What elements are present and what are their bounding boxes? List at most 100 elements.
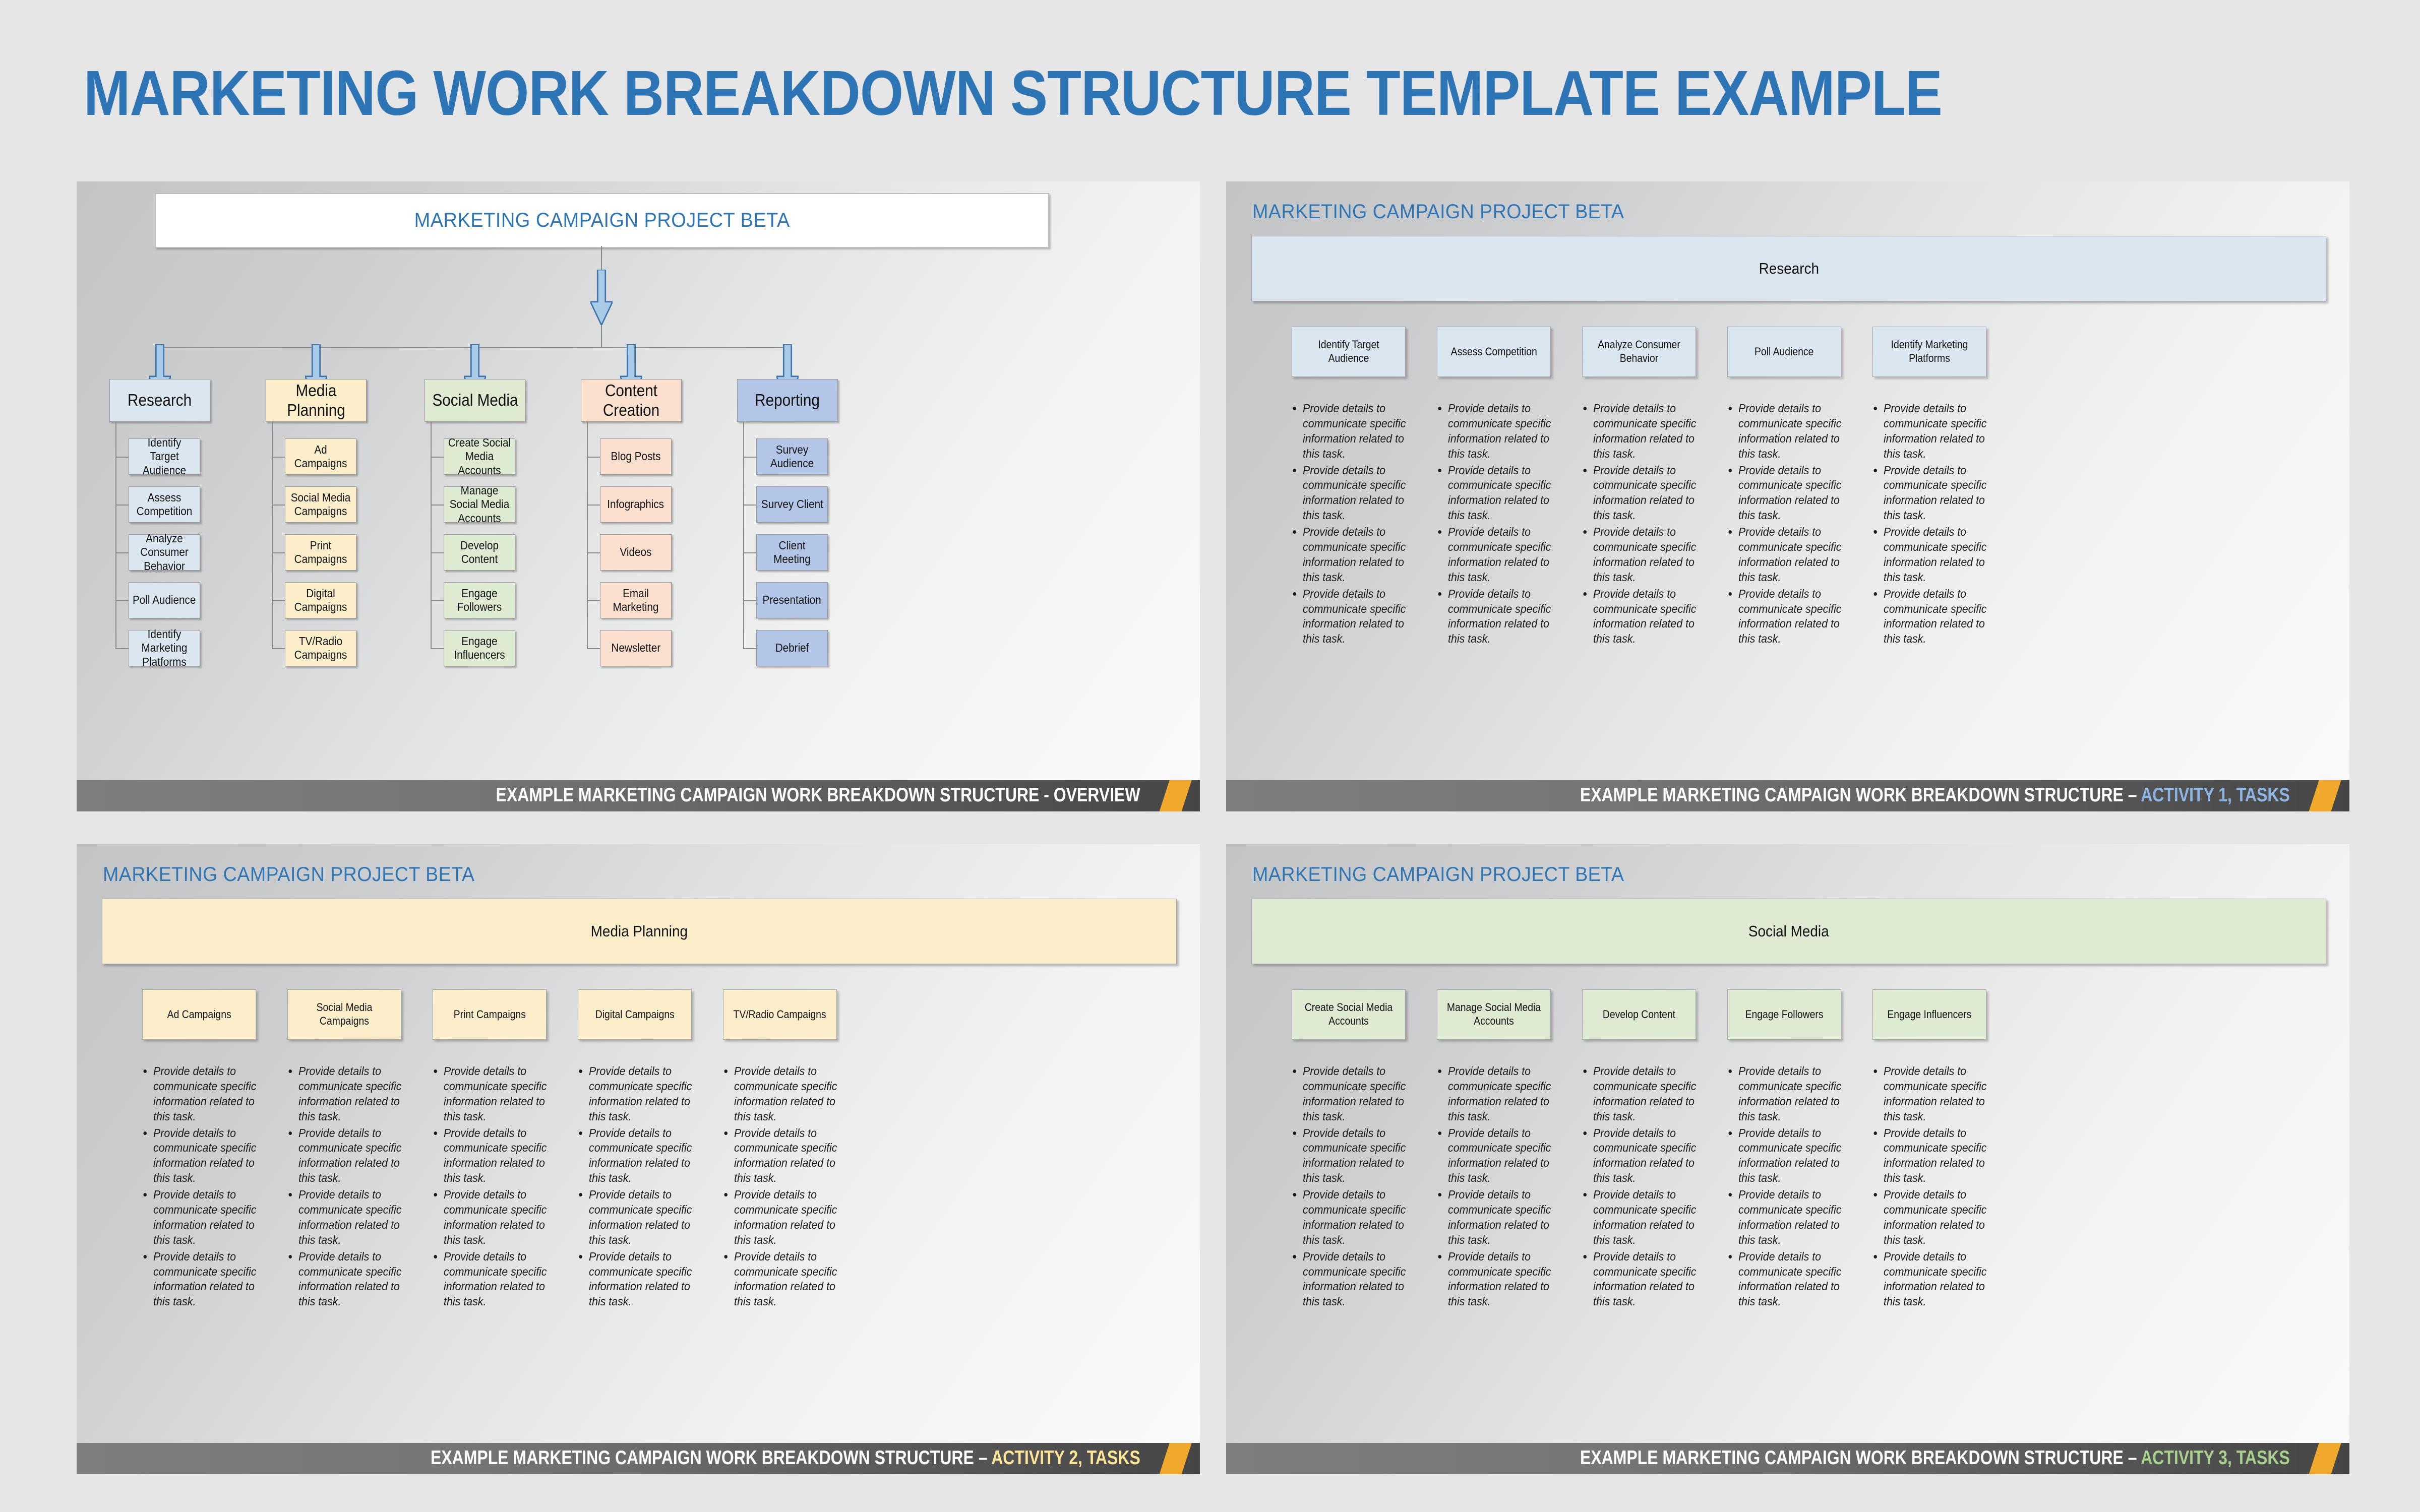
- bullet-item: Provide details to communicate specific …: [1593, 525, 1699, 585]
- task-card-2[interactable]: Manage Social Media Accounts: [1437, 989, 1551, 1040]
- activity-2-band[interactable]: Media Planning: [102, 899, 1177, 964]
- task-card-3[interactable]: Develop Content: [1582, 989, 1696, 1040]
- overview-task-label: Manage Social Media Accounts: [449, 484, 510, 525]
- bullet-item: Provide details to communicate specific …: [1448, 1249, 1554, 1310]
- overview-task-box[interactable]: Create Social Media Accounts: [444, 436, 515, 477]
- overview-task-label: Debrief: [775, 641, 809, 655]
- overview-task-box[interactable]: Print Campaigns: [285, 534, 356, 571]
- overview-task-box[interactable]: Videos: [600, 534, 672, 571]
- overview-task-box[interactable]: Identify Target Audience: [129, 436, 200, 477]
- task-card-3[interactable]: Print Campaigns: [433, 989, 547, 1040]
- overview-task-label: Analyze Consumer Behavior: [140, 532, 189, 573]
- overview-task-label: Client Meeting: [773, 538, 811, 565]
- task-bullets-4: Provide details to communicate specific …: [1716, 1064, 1852, 1311]
- bullet-item: Provide details to communicate specific …: [1303, 587, 1409, 647]
- bullet-list: Provide details to communicate specific …: [276, 1064, 412, 1309]
- task-card-label: Ad Campaigns: [167, 1007, 231, 1021]
- task-card-2[interactable]: Assess Competition: [1437, 327, 1551, 377]
- task-card-1[interactable]: Identify Target Audience: [1292, 327, 1406, 377]
- bullet-item: Provide details to communicate specific …: [298, 1249, 404, 1310]
- overview-task-box[interactable]: Presentation: [756, 582, 828, 618]
- task-card-5[interactable]: Engage Influencers: [1872, 989, 1986, 1040]
- overview-root-box[interactable]: MARKETING CAMPAIGN PROJECT BETA: [155, 193, 1049, 248]
- overview-branch-social-media[interactable]: Social Media: [425, 379, 525, 422]
- overview-task-box[interactable]: Survey Client: [756, 486, 828, 523]
- overview-task-box[interactable]: Email Marketing: [600, 582, 672, 618]
- task-card-label: Identify Target Audience: [1318, 338, 1379, 364]
- overview-task-box[interactable]: Develop Content: [444, 534, 515, 571]
- task-card-1[interactable]: Create Social Media Accounts: [1292, 989, 1406, 1040]
- overview-task-box[interactable]: TV/Radio Campaigns: [285, 630, 356, 666]
- overview-task-box[interactable]: Debrief: [756, 630, 828, 666]
- overview-task-box[interactable]: Client Meeting: [756, 534, 828, 571]
- overview-task-box[interactable]: Blog Posts: [600, 438, 672, 475]
- overview-task-box[interactable]: Survey Audience: [756, 438, 828, 475]
- task-bullets-2: Provide details to communicate specific …: [276, 1064, 412, 1311]
- activity-3-footer: EXAMPLE MARKETING CAMPAIGN WORK BREAKDOW…: [1226, 1443, 2349, 1474]
- task-card-label: Manage Social Media Accounts: [1446, 1001, 1541, 1027]
- overview-task-box[interactable]: Social Media Campaigns: [285, 486, 356, 523]
- overview-task-box[interactable]: Ad Campaigns: [285, 438, 356, 475]
- overview-task-connector: [272, 457, 285, 458]
- task-card-label: Analyze Consumer Behavior: [1598, 338, 1680, 364]
- overview-task-box[interactable]: Poll Audience: [129, 582, 200, 618]
- overview-task-connector: [431, 648, 444, 649]
- overview-task-connector: [431, 457, 444, 458]
- overview-task-connector: [431, 552, 444, 553]
- overview-branch-label: Content Creation: [602, 381, 660, 419]
- bullet-item: Provide details to communicate specific …: [1593, 1126, 1699, 1186]
- overview-branch-research[interactable]: Research: [109, 379, 210, 422]
- task-card-label: Print Campaigns: [453, 1007, 526, 1021]
- bullet-item: Provide details to communicate specific …: [734, 1249, 840, 1310]
- activity-2-footer-accent: ACTIVITY 2, TASKS: [991, 1447, 1140, 1469]
- activity-3-band-label: Social Media: [1748, 922, 1829, 940]
- task-card-4[interactable]: Digital Campaigns: [578, 989, 692, 1040]
- overview-task-connector: [272, 552, 285, 553]
- overview-task-box[interactable]: Infographics: [600, 486, 672, 523]
- bullet-item: Provide details to communicate specific …: [1303, 1126, 1409, 1186]
- page-title: MARKETING WORK BREAKDOWN STRUCTURE TEMPL…: [84, 57, 1943, 129]
- overview-task-box[interactable]: Identify Marketing Platforms: [129, 627, 200, 668]
- overview-branch-media-planning[interactable]: Media Planning: [266, 379, 367, 422]
- overview-branch-reporting[interactable]: Reporting: [737, 379, 838, 422]
- overview-task-box[interactable]: Digital Campaigns: [285, 582, 356, 618]
- task-card-3[interactable]: Analyze Consumer Behavior: [1582, 327, 1696, 377]
- overview-task-connector: [272, 505, 285, 506]
- overview-task-box[interactable]: Manage Social Media Accounts: [444, 484, 515, 525]
- activity-1-band[interactable]: Research: [1251, 236, 2326, 301]
- bullet-item: Provide details to communicate specific …: [1448, 525, 1554, 585]
- bullet-item: Provide details to communicate specific …: [1448, 463, 1554, 524]
- task-bullets-3: Provide details to communicate specific …: [1571, 401, 1707, 648]
- footer-slash-icon: [1155, 1443, 1194, 1474]
- overview-task-box[interactable]: Analyze Consumer Behavior: [129, 532, 200, 573]
- bullet-item: Provide details to communicate specific …: [1884, 525, 1989, 585]
- task-card-5[interactable]: Identify Marketing Platforms: [1872, 327, 1986, 377]
- overview-task-box[interactable]: Engage Followers: [444, 582, 515, 618]
- task-card-1[interactable]: Ad Campaigns: [142, 989, 256, 1040]
- activity-1-footer-accent: ACTIVITY 1, TASKS: [2141, 784, 2290, 806]
- overview-task-label: Newsletter: [611, 641, 660, 655]
- bullet-item: Provide details to communicate specific …: [1593, 401, 1699, 462]
- task-card-2[interactable]: Social Media Campaigns: [287, 989, 401, 1040]
- bullet-item: Provide details to communicate specific …: [1738, 525, 1844, 585]
- task-card-4[interactable]: Poll Audience: [1727, 327, 1841, 377]
- task-card-label: Digital Campaigns: [595, 1007, 675, 1021]
- activity-1-footer: EXAMPLE MARKETING CAMPAIGN WORK BREAKDOW…: [1226, 780, 2349, 811]
- bullet-item: Provide details to communicate specific …: [1738, 1249, 1844, 1310]
- overview-task-box[interactable]: Engage Influencers: [444, 630, 515, 666]
- overview-branch-content-creation[interactable]: Content Creation: [581, 379, 682, 422]
- activity-3-band[interactable]: Social Media: [1251, 899, 2326, 964]
- overview-task-label: Survey Audience: [770, 443, 814, 470]
- overview-branch-trunk-3: [587, 422, 588, 648]
- task-card-5[interactable]: TV/Radio Campaigns: [723, 989, 837, 1040]
- overview-branch-label: Reporting: [755, 391, 820, 410]
- overview-footer: EXAMPLE MARKETING CAMPAIGN WORK BREAKDOW…: [77, 780, 1200, 811]
- overview-task-box[interactable]: Assess Competition: [129, 486, 200, 523]
- overview-task-connector: [743, 457, 756, 458]
- task-card-4[interactable]: Engage Followers: [1727, 989, 1841, 1040]
- overview-task-box[interactable]: Newsletter: [600, 630, 672, 666]
- bullet-item: Provide details to communicate specific …: [1593, 587, 1699, 647]
- overview-root-arrow-icon: [590, 270, 613, 325]
- bullet-list: Provide details to communicate specific …: [1861, 401, 1998, 647]
- bullet-list: Provide details to communicate specific …: [421, 1064, 558, 1309]
